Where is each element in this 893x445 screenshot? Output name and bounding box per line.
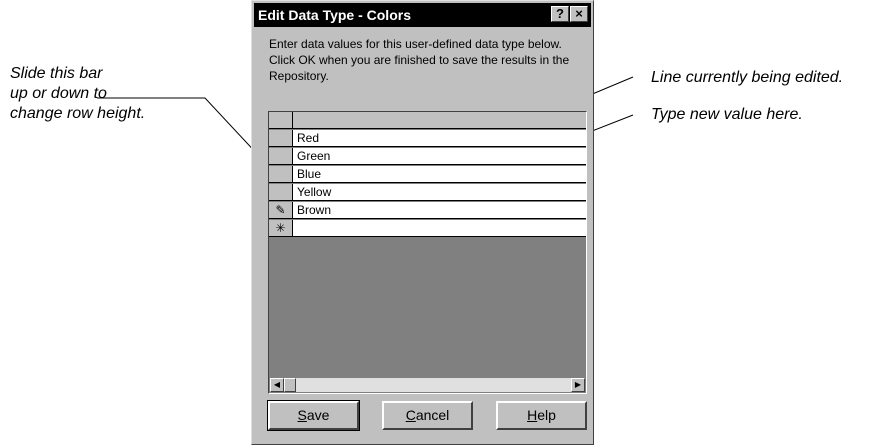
new-value-callout: Type new value here.: [651, 106, 803, 123]
cancel-button[interactable]: Cancel: [382, 401, 473, 430]
grid-row-new: ✳: [269, 220, 586, 238]
horizontal-scrollbar[interactable]: ◀ ▶: [270, 378, 585, 392]
value-cell[interactable]: Red: [293, 130, 586, 147]
grid-row: Yellow: [269, 184, 586, 202]
question-mark-icon: ?: [556, 6, 564, 21]
row-selector[interactable]: [269, 130, 293, 147]
instructions-text: Enter data values for this user-defined …: [269, 37, 570, 83]
value-cell[interactable]: Green: [293, 148, 586, 165]
select-all-corner[interactable]: [269, 112, 293, 129]
scroll-left-arrow-icon[interactable]: ◀: [270, 378, 284, 392]
value-cell[interactable]: Blue: [293, 166, 586, 183]
save-mnemonic: S: [297, 407, 307, 423]
save-label: ave: [306, 407, 330, 423]
scroll-right-arrow-icon[interactable]: ▶: [571, 378, 585, 392]
new-row-asterisk-icon[interactable]: ✳: [269, 220, 293, 237]
grid-row: Red: [269, 130, 586, 148]
dialog-title: Edit Data Type - Colors: [258, 7, 411, 23]
callout-line: Slide this bar: [10, 65, 103, 82]
row-selector[interactable]: [269, 166, 293, 183]
column-header[interactable]: [293, 112, 586, 129]
new-value-cell[interactable]: [293, 220, 586, 237]
cancel-label: ancel: [415, 407, 450, 423]
value-cell[interactable]: Brown: [293, 202, 586, 219]
help-label: elp: [537, 407, 556, 423]
row-selector[interactable]: [269, 148, 293, 165]
value-cell[interactable]: Yellow: [293, 184, 586, 201]
help-mnemonic: H: [527, 407, 538, 423]
grid-row: Green: [269, 148, 586, 166]
callout-line: change row height.: [10, 105, 146, 122]
data-values-grid: Red Green Blue Yellow ✎ Brown ✳ ◀ ▶: [268, 111, 587, 394]
grid-row-editing: ✎ Brown: [269, 202, 586, 220]
help-button[interactable]: Help: [496, 401, 587, 430]
row-selector[interactable]: [269, 184, 293, 201]
line-edited-callout: Line currently being edited.: [651, 69, 844, 86]
row-height-callout: Slide this bar up or down to change row …: [10, 64, 145, 124]
pencil-icon[interactable]: ✎: [269, 202, 293, 219]
title-bar[interactable]: Edit Data Type - Colors ? ×: [254, 3, 591, 27]
save-button[interactable]: Save: [267, 400, 360, 431]
close-button[interactable]: ×: [570, 6, 588, 22]
grid-row: Blue: [269, 166, 586, 184]
callout-line: up or down to: [10, 85, 107, 102]
edit-data-type-dialog: Edit Data Type - Colors ? × Enter data v…: [251, 0, 594, 445]
close-icon: ×: [575, 6, 583, 21]
cancel-mnemonic: C: [405, 407, 416, 423]
grid-header-row: [269, 112, 586, 130]
scroll-thumb[interactable]: [284, 378, 296, 392]
help-title-button[interactable]: ?: [551, 6, 569, 22]
